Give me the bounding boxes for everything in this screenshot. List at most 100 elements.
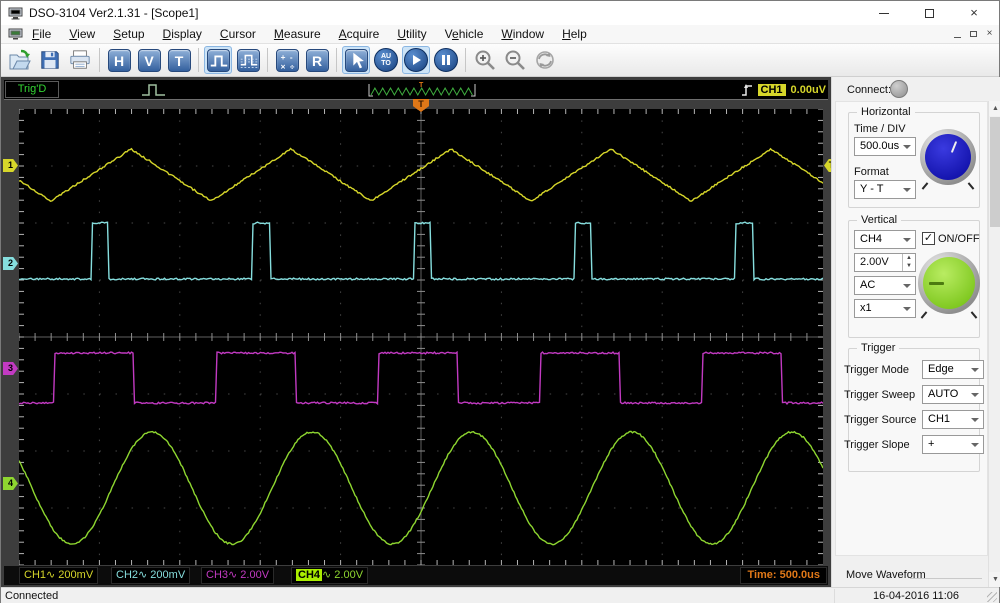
menu-item-acquire[interactable]: Acquire xyxy=(330,27,389,41)
trigger-source-badge: CH1 xyxy=(757,83,786,96)
menu-items: File View Setup Display Cursor Measure Acquire… xyxy=(23,27,596,41)
probe-select[interactable]: x1 xyxy=(854,299,916,318)
ch4-readout[interactable]: CH4 ∿ 2.00V xyxy=(291,567,369,584)
cursor-button[interactable] xyxy=(342,46,370,74)
trigger-sweep-select[interactable]: AUTO xyxy=(922,385,984,404)
ch1-readout[interactable]: CH1∿ 200mV xyxy=(19,567,99,584)
panel-scrollbar[interactable]: ▲ ▼ xyxy=(988,101,1000,587)
print-button[interactable] xyxy=(66,46,94,74)
ch1-label: CH1 xyxy=(24,569,47,581)
spinner-arrows[interactable]: ▲ ▼ xyxy=(902,254,915,271)
ch3-label: CH3 xyxy=(206,569,229,581)
menu-item-utility[interactable]: Utility xyxy=(388,27,435,41)
math-button[interactable]: + - × ÷ xyxy=(273,46,301,74)
menu-item-cursor[interactable]: Cursor xyxy=(211,27,265,41)
main-area: Trig'D T CH1 0.00uV 1 2 3 4 T CH1∿ 200mV… xyxy=(1,77,1000,587)
trigger-source-value: CH1 xyxy=(928,413,951,425)
trigger-mode-label: Trigger Mode xyxy=(844,364,910,376)
menu-item-vehicle[interactable]: Vehicle xyxy=(436,27,493,41)
trigger-mode-select[interactable]: Edge xyxy=(922,360,984,379)
waveform-position-preview[interactable]: T xyxy=(366,81,478,99)
chevron-down-icon xyxy=(903,145,911,149)
window-title: DSO-3104 Ver2.1.31 - [Scope1] xyxy=(29,6,199,20)
save-button[interactable] xyxy=(36,46,64,74)
zoom-in-icon xyxy=(475,50,495,70)
vertical-knob[interactable] xyxy=(918,252,980,314)
cursor-arrow-icon xyxy=(352,52,364,68)
minimize-button[interactable] xyxy=(869,4,899,22)
ch2-coupling-icon: ∿ xyxy=(138,569,148,581)
datetime: 16-04-2016 11:06 xyxy=(872,590,959,602)
move-waveform-slider[interactable] xyxy=(910,578,982,579)
toolbar-separator xyxy=(267,48,268,72)
toolbar: H V T + - × ÷ R AU TO xyxy=(1,44,999,77)
connect-indicator[interactable] xyxy=(890,80,908,98)
self-calibration-button[interactable] xyxy=(531,46,559,74)
print-icon xyxy=(70,50,90,69)
menu-item-help[interactable]: Help xyxy=(553,27,596,41)
trigger-slope-icon xyxy=(741,83,752,96)
ch4-marker[interactable]: 4 xyxy=(3,477,18,490)
pause-icon xyxy=(442,55,450,65)
scope-region: Trig'D T CH1 0.00uV 1 2 3 4 T CH1∿ 200mV… xyxy=(1,77,839,587)
zoom-out-icon xyxy=(505,50,525,70)
play-icon xyxy=(413,55,421,65)
vertical-settings-button[interactable]: V xyxy=(135,46,163,74)
single-waveform-button[interactable] xyxy=(204,46,232,74)
trigger-readout: CH1 0.00uV xyxy=(741,81,826,98)
maximize-button[interactable] xyxy=(914,4,944,22)
ch4-label: CH4 xyxy=(296,569,323,581)
run-button[interactable] xyxy=(402,46,430,74)
coupling-select[interactable]: AC xyxy=(854,276,916,295)
math-operators-icon: + -× ÷ xyxy=(280,53,294,71)
multi-waveform-button[interactable] xyxy=(234,46,262,74)
ch1-marker[interactable]: 1 xyxy=(3,159,18,172)
autoset-button[interactable]: AU TO xyxy=(372,46,400,74)
trigger-settings-button[interactable]: T xyxy=(165,46,193,74)
menu-item-window[interactable]: Window xyxy=(492,27,553,41)
scrollbar-thumb[interactable] xyxy=(990,117,1000,227)
toolbar-separator xyxy=(465,48,466,72)
scroll-down-icon[interactable]: ▼ xyxy=(989,572,1000,587)
ch3-readout[interactable]: CH3∿ 2.00V xyxy=(201,567,275,584)
menu-item-view[interactable]: View xyxy=(60,27,104,41)
mdi-minimize-button[interactable] xyxy=(950,27,965,41)
close-button[interactable]: × xyxy=(959,4,989,22)
ch2-marker[interactable]: 2 xyxy=(3,257,18,270)
channel-onoff-checkbox[interactable]: ✓ xyxy=(922,232,935,245)
sync-arrows-icon xyxy=(536,51,554,69)
ch3-marker[interactable]: 3 xyxy=(3,362,18,375)
horizontal-knob[interactable] xyxy=(920,129,976,185)
menu-item-file[interactable]: File xyxy=(23,27,60,41)
ch3-coupling-icon: ∿ xyxy=(228,569,238,581)
resize-grip[interactable] xyxy=(987,592,997,602)
mdi-close-button[interactable]: × xyxy=(982,27,997,41)
menu-item-display[interactable]: Display xyxy=(154,27,211,41)
horizontal-settings-button[interactable]: H xyxy=(105,46,133,74)
chevron-down-icon xyxy=(903,188,911,192)
trigger-slope-select[interactable]: + xyxy=(922,435,984,454)
time-div-value: 500.0us xyxy=(860,140,900,152)
reference-button[interactable]: R xyxy=(303,46,331,74)
menu-item-measure[interactable]: Measure xyxy=(265,27,330,41)
vertical-channel-select[interactable]: CH4 xyxy=(854,230,916,249)
trigger-letter: T xyxy=(167,48,191,72)
menu-item-setup[interactable]: Setup xyxy=(104,27,153,41)
scope-display[interactable]: 1 2 3 4 T T xyxy=(3,99,839,566)
format-select[interactable]: Y - T xyxy=(854,180,916,199)
ch3-scale: 2.00V xyxy=(240,569,270,581)
svg-text:-: - xyxy=(289,53,292,62)
time-div-select[interactable]: 500.0us xyxy=(854,137,916,156)
scroll-up-icon[interactable]: ▲ xyxy=(989,101,1000,116)
pause-button[interactable] xyxy=(432,46,460,74)
trigger-source-select[interactable]: CH1 xyxy=(922,410,984,429)
pulse-icon xyxy=(210,55,227,66)
vertical-scale-spinner[interactable]: 2.00V ▲ ▼ xyxy=(854,253,916,272)
horizontal-letter: H xyxy=(107,48,131,72)
open-button[interactable] xyxy=(6,46,34,74)
zoom-in-button[interactable] xyxy=(471,46,499,74)
ch2-readout[interactable]: CH2∿ 200mV xyxy=(111,567,191,584)
vertical-knob-face xyxy=(923,257,975,309)
mdi-restore-button[interactable] xyxy=(966,27,981,41)
zoom-out-button[interactable] xyxy=(501,46,529,74)
